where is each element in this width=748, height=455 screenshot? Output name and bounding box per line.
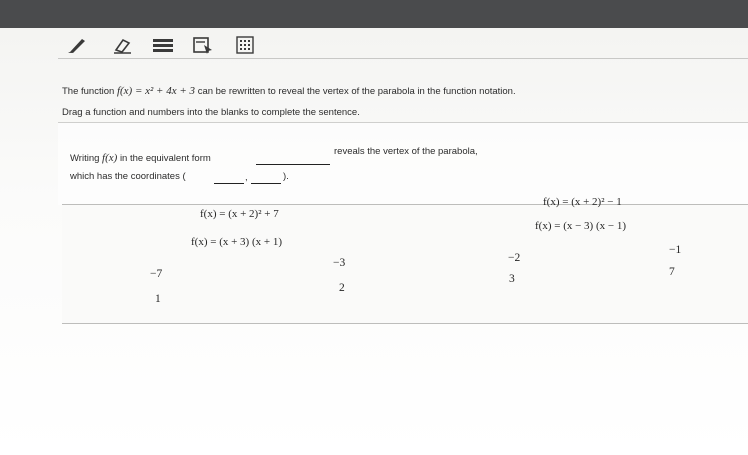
choice-function[interactable]: f(x) = (x + 3) (x + 1) [191,236,282,248]
instruction-text: Drag a function and numbers into the bla… [62,107,360,118]
choice-function[interactable]: f(x) = (x + 2)² + 7 [200,208,279,220]
choice-number[interactable]: −1 [669,244,681,256]
choice-number[interactable]: −7 [150,268,162,280]
sentence-fx: f(x) [102,152,118,164]
sentence-part3: reveals the vertex of the parabola, [334,146,478,157]
sentence-part2: in the equivalent form [119,153,211,164]
choice-number[interactable]: 7 [669,266,675,278]
choice-number[interactable]: 3 [509,273,515,285]
question-suffix: can be rewritten to reveal the vertex of… [197,86,516,97]
toolbar-divider [58,58,748,59]
question-stem: The function f(x) = x² + 4x + 3 can be r… [62,85,516,97]
choice-function[interactable]: f(x) = (x + 2)² − 1 [543,196,622,208]
choices-tray [62,204,748,324]
eraser-icon[interactable] [111,36,133,54]
choice-number[interactable]: −2 [508,252,520,264]
choice-number[interactable]: −3 [333,257,345,269]
highlighter-icon[interactable] [152,36,174,54]
y-coordinate-blank[interactable] [251,171,281,184]
x-coordinate-blank[interactable] [214,171,244,184]
function-blank[interactable] [256,152,330,165]
question-function: f(x) = x² + 4x + 3 [116,85,196,97]
top-bar [0,0,748,28]
question-prefix: The function [62,86,115,97]
sentence-line-1: Writing f(x) in the equivalent form [70,152,211,164]
reader-icon[interactable] [192,36,214,54]
choice-number[interactable]: 1 [155,293,161,305]
sentence-close: ). [283,171,289,182]
choice-number[interactable]: 2 [339,282,345,294]
calculator-icon[interactable] [234,36,256,54]
pencil-icon[interactable] [66,36,88,54]
choice-function[interactable]: f(x) = (x − 3) (x − 1) [535,220,626,232]
sentence-part1: Writing [70,153,100,164]
sentence-part4: which has the coordinates ( [70,171,186,182]
sentence-comma: , [245,172,248,183]
toolbar [0,28,748,58]
